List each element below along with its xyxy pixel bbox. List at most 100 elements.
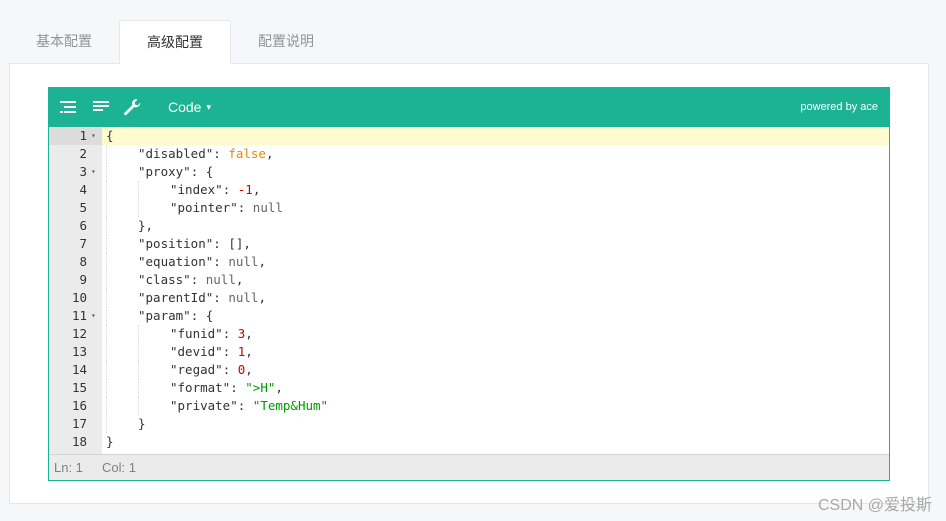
code-line: 1 ▾{ xyxy=(49,127,889,145)
code-token: : xyxy=(237,398,253,413)
cursor-line: Ln: 1 xyxy=(54,460,83,475)
code-line: 6}, xyxy=(49,217,889,235)
powered-by-ace-link[interactable]: powered by ace xyxy=(800,88,878,126)
indent-guide xyxy=(138,181,139,199)
line-number: 5 xyxy=(79,200,87,215)
mode-dropdown[interactable]: Code ▾ xyxy=(168,88,211,126)
code-token: : xyxy=(213,254,229,269)
mode-label: Code xyxy=(168,99,202,115)
code-line: 17} xyxy=(49,415,889,433)
code-line: 2 "disabled": false, xyxy=(49,145,889,163)
line-number: 18 xyxy=(71,434,87,449)
code-line: 14 "regad": 0, xyxy=(49,361,889,379)
indent-guide xyxy=(106,145,107,163)
code-token: , xyxy=(275,380,283,395)
indent-guide xyxy=(138,343,139,361)
indent-guide xyxy=(106,253,107,271)
indent-guide xyxy=(106,343,107,361)
code-token: }, xyxy=(138,218,154,233)
code-text: }, xyxy=(138,217,153,235)
line-number: 2 xyxy=(79,146,87,161)
indent-guide xyxy=(106,379,107,397)
code-text: { xyxy=(106,127,114,145)
code-token: : xyxy=(222,326,238,341)
indent-guide xyxy=(106,271,107,289)
code-token: "proxy" xyxy=(138,164,191,179)
code-token: -1 xyxy=(237,182,253,197)
tab-basic-config[interactable]: 基本配置 xyxy=(9,20,119,63)
code-token: "parentId" xyxy=(138,290,214,305)
line-number: 15 xyxy=(71,380,87,395)
code-text: "index": -1, xyxy=(170,181,260,199)
code-token: "position" xyxy=(138,236,214,251)
code-text: "param": { xyxy=(138,307,213,325)
line-number: 12 xyxy=(71,326,87,341)
tab-advanced-config[interactable]: 高级配置 xyxy=(119,20,231,64)
code-line: 16 "private": "Temp&Hum" xyxy=(49,397,889,415)
indent-guide xyxy=(138,361,139,379)
indent-guide xyxy=(106,307,107,325)
code-text: "devid": 1, xyxy=(170,343,253,361)
code-token: , xyxy=(258,290,266,305)
line-number: 16 xyxy=(71,398,87,413)
indent-guide xyxy=(138,325,139,343)
indent-guide xyxy=(106,415,107,433)
fold-toggle-icon[interactable]: ▾ xyxy=(91,163,96,181)
code-token: "Temp&Hum" xyxy=(252,398,329,413)
code-token: : xyxy=(222,362,238,377)
code-token: "disabled" xyxy=(138,146,214,161)
code-text: "position": [], xyxy=(138,235,251,253)
code-token: "funid" xyxy=(170,326,223,341)
code-text: "funid": 3, xyxy=(170,325,253,343)
code-token: : xyxy=(190,272,206,287)
editor-menu: Code ▾ powered by ace xyxy=(49,88,889,127)
repair-icon[interactable] xyxy=(122,97,142,117)
code-token: "index" xyxy=(170,182,223,197)
indent-guide xyxy=(106,163,107,181)
indent-guide xyxy=(106,325,107,343)
line-number: 14 xyxy=(71,362,87,377)
code-line: 18} xyxy=(49,433,889,451)
code-text: } xyxy=(138,415,146,433)
tab-config-description[interactable]: 配置说明 xyxy=(231,20,341,63)
code-token: : xyxy=(213,290,229,305)
compact-icon[interactable] xyxy=(91,97,111,117)
line-number: 13 xyxy=(71,344,87,359)
code-token: "devid" xyxy=(170,344,223,359)
code-token: : xyxy=(230,380,246,395)
code-token: ">H" xyxy=(245,380,276,395)
code-text: "private": "Temp&Hum" xyxy=(170,397,328,415)
code-token: { xyxy=(106,128,114,143)
indent-guide xyxy=(106,181,107,199)
code-text: "parentId": null, xyxy=(138,289,266,307)
code-line: 5 "pointer": null xyxy=(49,199,889,217)
code-area[interactable]: 1 ▾{2 "disabled": false, 3 ▾ "proxy": {4 "inde… xyxy=(49,127,889,454)
code-line: 7 "position": [], xyxy=(49,235,889,253)
code-token: } xyxy=(106,434,114,449)
code-token: "param" xyxy=(138,308,191,323)
code-token: null xyxy=(228,290,259,305)
format-icon[interactable] xyxy=(58,97,78,117)
code-token: : xyxy=(222,344,238,359)
fold-toggle-icon[interactable]: ▾ xyxy=(91,127,96,145)
code-text: "equation": null, xyxy=(138,253,266,271)
code-token: , xyxy=(235,272,244,287)
code-line: 15 "format": ">H", xyxy=(49,379,889,397)
code-token: "format" xyxy=(170,380,231,395)
code-token: "pointer" xyxy=(170,200,238,215)
code-token: "class" xyxy=(138,272,191,287)
line-number: 9 xyxy=(79,272,87,287)
code-text: "pointer": null xyxy=(170,199,283,217)
code-token: "equation" xyxy=(138,254,214,269)
code-token: false xyxy=(228,146,266,161)
fold-toggle-icon[interactable]: ▾ xyxy=(91,307,96,325)
code-token: } xyxy=(138,416,146,431)
indent-guide xyxy=(106,199,107,217)
code-text: "regad": 0, xyxy=(170,361,253,379)
code-line: 13 "devid": 1, xyxy=(49,343,889,361)
line-number: 4 xyxy=(79,182,87,197)
code-line: 11 ▾ "param": { xyxy=(49,307,889,325)
code-token: "private" xyxy=(170,398,238,413)
code-token: : [], xyxy=(213,236,251,251)
line-number: 17 xyxy=(71,416,87,431)
